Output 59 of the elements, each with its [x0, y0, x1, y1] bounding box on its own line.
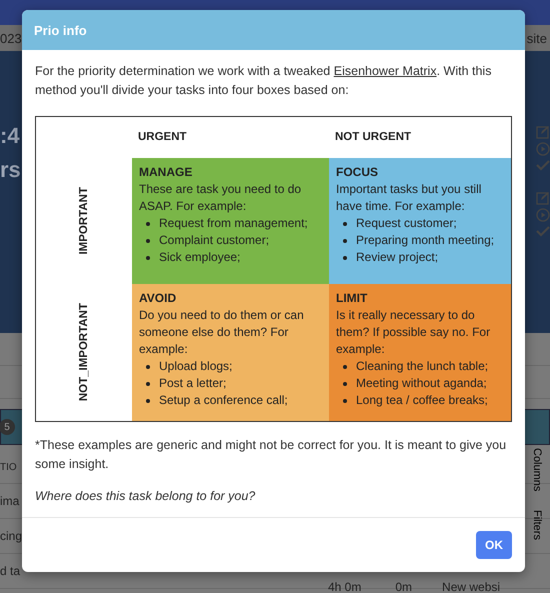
- column-label: NOT URGENT: [335, 130, 412, 145]
- ok-button[interactable]: OK: [476, 531, 512, 559]
- side-tab[interactable]: Columns: [531, 448, 543, 492]
- bullet-icon: [343, 382, 347, 386]
- bullet-icon: [146, 256, 150, 260]
- example-item: Complaint customer;: [159, 232, 270, 249]
- example-item: Review project;: [356, 249, 438, 266]
- example-item: Request customer;: [356, 215, 457, 232]
- edit-icon[interactable]: [536, 191, 550, 205]
- matrix-link[interactable]: Eisenhower Matrix: [334, 64, 437, 78]
- play-icon[interactable]: [536, 208, 550, 222]
- quadrant-title: AVOID: [139, 290, 178, 307]
- example-item: Upload blogs;: [159, 358, 232, 375]
- quadrant-text: Important tasks but you still have time. For example:: [336, 182, 482, 213]
- example-item: Request from management;: [159, 215, 308, 232]
- row-label: IMPORTANT: [76, 187, 90, 255]
- bullet-icon: [343, 398, 347, 402]
- example-item: Long tea / coffee breaks;: [356, 392, 488, 409]
- example-item: Cleaning the lunch table;: [356, 358, 488, 375]
- bullet-icon: [146, 382, 150, 386]
- quadrant-title: FOCUS: [336, 164, 379, 181]
- column-label: URGENT: [138, 130, 187, 145]
- bullet-icon: [343, 364, 347, 368]
- example-item: Post a letter;: [159, 375, 226, 392]
- question-text: Where does this task belong to for you?: [35, 488, 256, 505]
- bullet-icon: [146, 222, 150, 226]
- table-cell: 4h 0m: [328, 580, 362, 593]
- example-item: Sick employee;: [159, 249, 240, 266]
- quadrant-title: LIMIT: [336, 290, 368, 307]
- link-text[interactable]: site: [526, 30, 547, 46]
- date-text: 023: [0, 30, 22, 46]
- bullet-icon: [146, 364, 150, 368]
- column-header: TIO: [0, 462, 17, 473]
- bullet-icon: [343, 256, 347, 260]
- footnote-text: *These examples are generic and might not be correct for you. It is meant to give you some insight.: [35, 437, 508, 473]
- quadrant-title: MANAGE: [139, 164, 194, 181]
- example-item: Meeting without aganda;: [356, 375, 487, 392]
- side-tab[interactable]: Filters: [531, 510, 543, 540]
- intro-text: For the priority determination we work with a tweaked Eisenhower Matrix. With this method you'll divide your tasks into four boxes based on:: [35, 63, 492, 99]
- bullet-icon: [146, 398, 150, 402]
- edit-icon[interactable]: [536, 125, 550, 139]
- hero-text: :4: [0, 122, 20, 150]
- table-cell: New websi: [442, 580, 500, 593]
- quadrant-text: Do you need to do them or can someone else do them? For example:: [139, 308, 304, 356]
- hero-text: rs: [0, 156, 21, 184]
- dialog-title: Prio info: [34, 22, 87, 38]
- bullet-icon: [343, 222, 347, 226]
- count-badge: 5: [0, 419, 15, 435]
- check-icon[interactable]: [536, 225, 550, 237]
- check-icon[interactable]: [536, 159, 550, 171]
- table-cell: 0m: [395, 580, 412, 593]
- quadrant-text: These are task you need to do ASAP. For example:: [139, 182, 302, 213]
- bullet-icon: [343, 238, 347, 242]
- quadrant-text: Is it really necessary to do them? If possible say no. For example:: [336, 308, 490, 356]
- bullet-icon: [146, 238, 150, 242]
- example-item: Preparing month meeting;: [356, 232, 494, 249]
- example-item: Setup a conference call;: [159, 392, 288, 409]
- row-label: NOT_IMPORTANT: [76, 303, 90, 402]
- play-icon[interactable]: [536, 142, 550, 156]
